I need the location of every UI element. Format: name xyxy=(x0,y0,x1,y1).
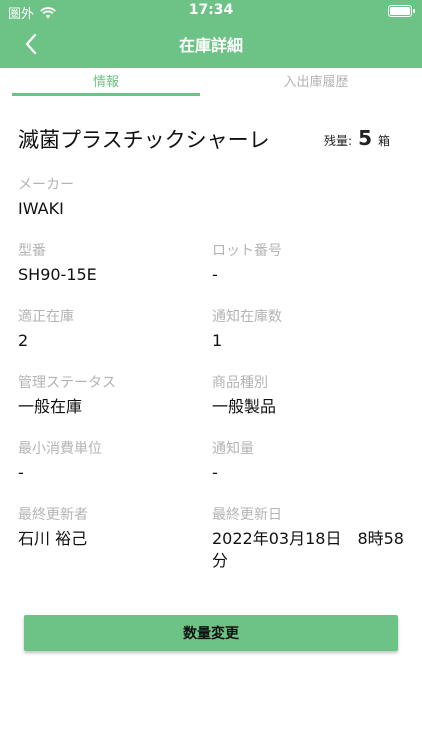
status-time: 17:34 xyxy=(188,2,234,18)
field-value: 1 xyxy=(212,331,223,350)
field-label: 通知量 xyxy=(212,441,254,457)
product-name: 滅菌プラスチックシャーレ xyxy=(18,128,270,152)
field-model: 型番 SH90-15E xyxy=(18,240,97,286)
stock-label: 残量: xyxy=(324,134,353,148)
header-bar: 圏外 17:34 在庫詳細 xyxy=(0,0,422,68)
field-lot: ロット番号 - xyxy=(212,240,282,286)
field-label: 通知在庫数 xyxy=(212,309,282,325)
field-label: ロット番号 xyxy=(212,243,282,259)
field-label: メーカー xyxy=(18,177,74,193)
field-label: 最終更新日 xyxy=(212,507,282,523)
field-label: 最小消費単位 xyxy=(18,441,102,457)
tab-indicator xyxy=(12,93,200,96)
field-notify-amount: 通知量 - xyxy=(212,438,254,484)
field-value: 一般製品 xyxy=(212,397,277,416)
field-maker: メーカー IWAKI xyxy=(18,174,74,220)
field-value: 石川 裕己 xyxy=(18,529,88,548)
app: 圏外 17:34 在庫詳細 情報 入出庫履歴 滅菌プラスチックシャーレ 残量: … xyxy=(0,0,422,750)
field-value: SH90-15E xyxy=(18,265,97,284)
field-value: 2 xyxy=(18,331,29,350)
field-product-type: 商品種別 一般製品 xyxy=(212,372,276,418)
field-notify-stock: 通知在庫数 1 xyxy=(212,306,282,352)
battery-icon xyxy=(388,5,415,17)
stock-unit: 箱 xyxy=(377,134,390,148)
field-label: 最終更新者 xyxy=(18,507,88,523)
status-bar: 圏外 17:34 xyxy=(0,0,422,22)
field-label: 型番 xyxy=(18,243,46,259)
field-value: IWAKI xyxy=(18,199,64,218)
field-value: 2022年03月18日 8時58分 xyxy=(212,529,404,570)
field-label: 管理ステータス xyxy=(18,375,116,391)
field-value: - xyxy=(18,463,24,482)
stock-value: 5 xyxy=(358,126,372,150)
field-min-unit: 最小消費単位 - xyxy=(18,438,102,484)
field-proper-stock: 適正在庫 2 xyxy=(18,306,74,352)
change-quantity-button[interactable]: 数量変更 xyxy=(24,615,398,651)
field-manage-status: 管理ステータス 一般在庫 xyxy=(18,372,116,418)
page-title: 在庫詳細 xyxy=(178,36,243,55)
field-value: - xyxy=(212,463,218,482)
field-label: 商品種別 xyxy=(212,375,268,391)
field-value: - xyxy=(212,265,218,284)
field-updater: 最終更新者 石川 裕己 xyxy=(18,504,88,550)
field-label: 適正在庫 xyxy=(18,309,74,325)
field-updated-at: 最終更新日 2022年03月18日 8時58分 xyxy=(212,504,407,572)
stock-remaining: 残量: 5 箱 xyxy=(324,126,390,150)
field-value: 一般在庫 xyxy=(18,397,83,416)
nav-bar: 在庫詳細 xyxy=(0,22,422,66)
tab-history[interactable]: 入出庫履歴 xyxy=(222,68,410,98)
